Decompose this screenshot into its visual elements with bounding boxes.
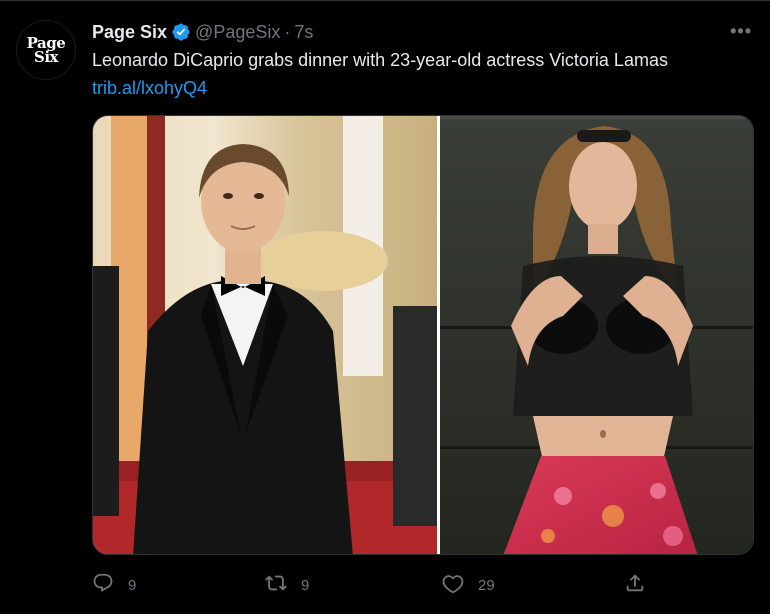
reply-button[interactable]: 9 [92, 572, 136, 598]
share-button[interactable] [624, 572, 646, 598]
retweet-button[interactable]: 9 [265, 572, 309, 598]
right-photo [440, 116, 753, 554]
avatar[interactable]: Page Six [16, 20, 76, 80]
retweet-icon [265, 572, 287, 598]
like-button[interactable]: 29 [442, 572, 495, 598]
author-name[interactable]: Page Six [92, 22, 167, 43]
tweet-link[interactable]: trib.al/lxohyQ4 [92, 76, 207, 100]
tweet-header: Page Six @PageSix · 7s [92, 20, 313, 44]
like-count: 29 [478, 576, 495, 594]
avatar-logo-line2: Six [34, 48, 58, 66]
tweet-timestamp[interactable]: 7s [294, 22, 313, 43]
tweet-text: Leonardo DiCaprio grabs dinner with 23-y… [92, 50, 668, 70]
verified-badge-icon [171, 22, 191, 42]
media-photo-illustration [93, 116, 753, 554]
retweet-count: 9 [301, 576, 310, 594]
tweet-actions: 9 9 29 [92, 572, 754, 598]
reply-count: 9 [128, 576, 137, 594]
left-photo [93, 116, 437, 554]
author-handle[interactable]: @PageSix [195, 22, 280, 43]
tweet[interactable]: Page Six Page Six @PageSix · 7s ••• Leon… [0, 0, 770, 614]
photo-divider [437, 116, 440, 554]
like-icon [442, 572, 464, 598]
share-icon [624, 572, 646, 598]
tweet-media[interactable] [92, 115, 754, 555]
separator-dot: · [284, 21, 291, 42]
more-icon[interactable]: ••• [730, 22, 752, 40]
reply-icon [92, 572, 114, 598]
